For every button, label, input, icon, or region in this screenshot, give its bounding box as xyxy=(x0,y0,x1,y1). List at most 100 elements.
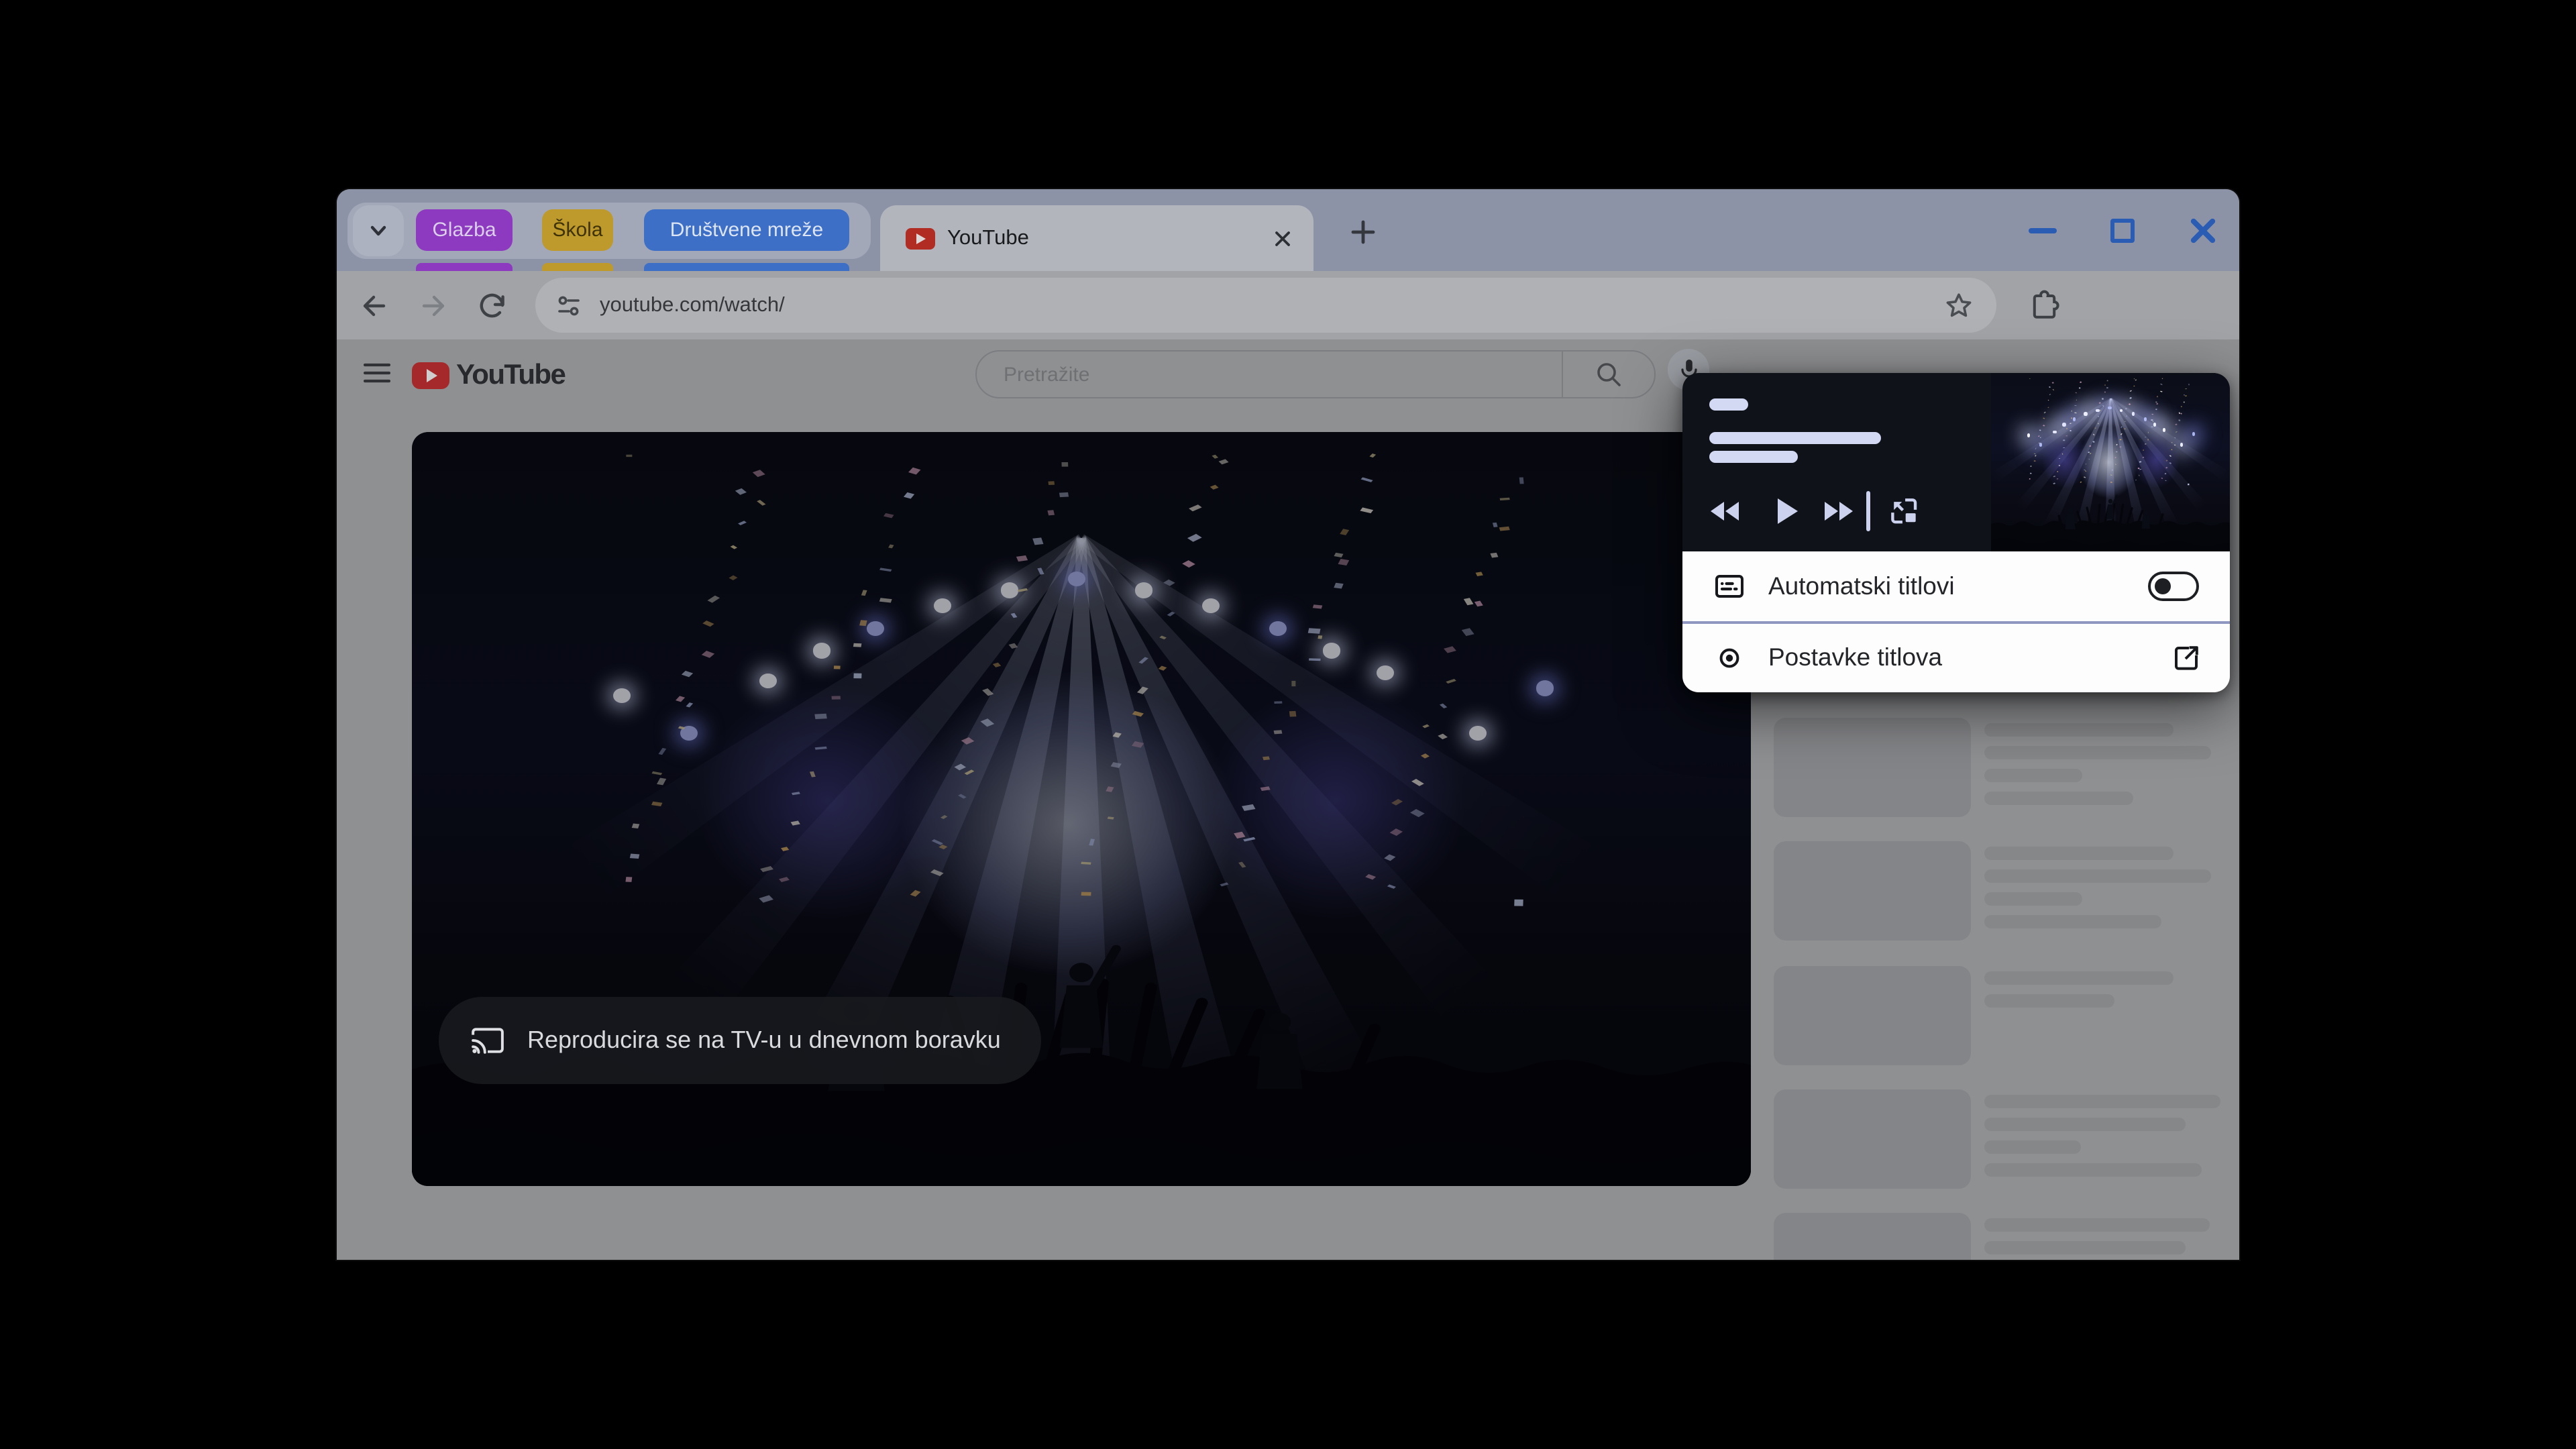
skeleton-text-line xyxy=(1984,792,2133,805)
forward-button[interactable] xyxy=(407,271,460,339)
new-tab-button[interactable] xyxy=(1343,212,1383,252)
suggestion-skeleton-item[interactable] xyxy=(1774,1089,2239,1189)
next-track-button[interactable] xyxy=(1814,488,1860,534)
auto-captions-row[interactable]: Automatski titlovi xyxy=(1682,551,2230,621)
suggestion-skeleton-item[interactable] xyxy=(1774,965,2239,1065)
close-icon xyxy=(1273,229,1292,248)
toggle-knob xyxy=(2154,578,2170,594)
search-placeholder: Pretražite xyxy=(1004,363,1562,386)
close-window-icon xyxy=(2188,215,2218,245)
extensions-button[interactable] xyxy=(2017,271,2070,339)
popup-divider xyxy=(1682,621,2230,623)
skeleton-text-line xyxy=(1984,769,2082,782)
skeleton-text-line xyxy=(1984,1118,2186,1131)
auto-captions-label: Automatski titlovi xyxy=(1768,572,2148,601)
search-box[interactable]: Pretražite xyxy=(975,350,1656,398)
tab-group-chip[interactable]: Glazba xyxy=(416,209,513,251)
search-button[interactable] xyxy=(1563,350,1654,398)
close-window-button[interactable] xyxy=(2171,189,2235,271)
tab-group-chip[interactable]: Društvene mreže xyxy=(644,209,849,251)
video-player[interactable]: Reproducira se na TV-u u dnevnom boravku xyxy=(412,432,1751,1186)
skeleton-text-line xyxy=(1984,847,2174,861)
minimize-icon xyxy=(2028,227,2056,233)
reload-icon xyxy=(476,289,508,321)
youtube-play-icon xyxy=(412,362,449,389)
gear-icon xyxy=(1713,641,1746,674)
browser-window: YouTube Glazba Škola Društvene mreže xyxy=(337,189,2239,1260)
skeleton-text-line xyxy=(1984,971,2174,984)
skeleton-thumbnail xyxy=(1774,1213,1971,1260)
address-bar[interactable]: youtube.com/watch/ xyxy=(535,278,1996,333)
media-session-card xyxy=(1682,373,2230,551)
maximize-button[interactable] xyxy=(2090,189,2155,271)
thumbnail-concert-scene xyxy=(1991,373,2230,551)
caption-settings-row[interactable]: Postavke titlova xyxy=(1682,623,2230,692)
site-settings-icon[interactable] xyxy=(554,290,584,320)
cast-message: Reproducira se na TV-u u dnevnom boravku xyxy=(527,1026,1001,1055)
tab-group-underline xyxy=(644,263,849,271)
external-link-icon xyxy=(2172,643,2200,672)
plus-icon xyxy=(1350,219,1377,246)
browser-toolbar: youtube.com/watch/ xyxy=(337,271,2239,339)
skeleton-thumbnail xyxy=(1774,842,1971,941)
screenshot-root: YouTube Glazba Škola Društvene mreže xyxy=(0,0,2576,1449)
tab-search-button[interactable] xyxy=(353,205,404,256)
maximize-icon xyxy=(2110,218,2135,242)
skeleton-thumbnail xyxy=(1774,965,1971,1065)
forward-icon xyxy=(417,289,449,321)
skeleton-text-line xyxy=(1984,746,2211,759)
tab-group-underline xyxy=(416,263,513,271)
skeleton-text-line xyxy=(1984,723,2174,737)
youtube-favicon-icon xyxy=(906,227,935,249)
auto-captions-toggle[interactable] xyxy=(2148,572,2199,601)
play-button[interactable] xyxy=(1764,488,1810,534)
hamburger-menu-icon[interactable] xyxy=(364,362,390,384)
suggestion-skeleton-item[interactable] xyxy=(1774,1213,2239,1260)
cast-icon xyxy=(471,1026,504,1055)
fast-forward-icon xyxy=(1819,496,1854,526)
youtube-wordmark: YouTube xyxy=(456,360,565,392)
media-line-placeholder xyxy=(1709,432,1881,444)
caption-settings-label: Postavke titlova xyxy=(1768,643,2172,672)
skeleton-thumbnail xyxy=(1774,1089,1971,1189)
rewind-icon xyxy=(1709,496,1744,526)
media-controls-popup: Automatski titlovi Postavke titlova xyxy=(1682,373,2230,692)
search-icon xyxy=(1594,360,1623,389)
skeleton-text-line xyxy=(1984,1163,2202,1177)
tab-title: YouTube xyxy=(947,226,1265,250)
skeleton-text-line xyxy=(1984,1218,2210,1232)
previous-track-button[interactable] xyxy=(1704,488,1750,534)
url-text: youtube.com/watch/ xyxy=(600,293,785,317)
window-controls xyxy=(1998,189,2239,271)
skeleton-text-line xyxy=(1984,994,2114,1007)
extensions-puzzle-icon xyxy=(2025,287,2061,323)
back-icon xyxy=(358,289,390,321)
reload-button[interactable] xyxy=(466,271,519,339)
media-thumbnail xyxy=(1991,373,2230,551)
tab-group-chip[interactable]: Škola xyxy=(542,209,613,251)
captions-icon xyxy=(1713,570,1746,602)
bookmark-star-icon[interactable] xyxy=(1943,289,1975,321)
chevron-down-icon xyxy=(368,220,389,241)
back-button[interactable] xyxy=(347,271,401,339)
picture-in-picture-button[interactable] xyxy=(1881,488,1927,534)
tab-youtube[interactable]: YouTube xyxy=(880,205,1313,271)
tab-strip: YouTube Glazba Škola Društvene mreže xyxy=(337,189,2239,271)
tab-close-button[interactable] xyxy=(1265,221,1300,256)
controls-divider xyxy=(1866,491,1870,531)
skeleton-text-line xyxy=(1984,1241,2186,1254)
skeleton-text-line xyxy=(1984,870,2211,883)
minimize-button[interactable] xyxy=(2010,189,2074,271)
open-external-button[interactable] xyxy=(2172,643,2200,672)
tab-group-underline xyxy=(542,263,613,271)
cast-status-banner: Reproducira se na TV-u u dnevnom boravku xyxy=(439,997,1041,1084)
skeleton-text-line xyxy=(1984,893,2082,906)
suggestion-skeleton-item[interactable] xyxy=(1774,718,2239,817)
youtube-logo[interactable]: YouTube xyxy=(412,360,565,392)
play-icon xyxy=(1774,496,1801,526)
suggestion-skeleton-item[interactable] xyxy=(1774,842,2239,941)
media-title-placeholder xyxy=(1709,398,1748,411)
picture-in-picture-icon xyxy=(1886,494,1921,529)
skeleton-text-line xyxy=(1984,916,2161,929)
skeleton-text-line xyxy=(1984,1140,2081,1154)
